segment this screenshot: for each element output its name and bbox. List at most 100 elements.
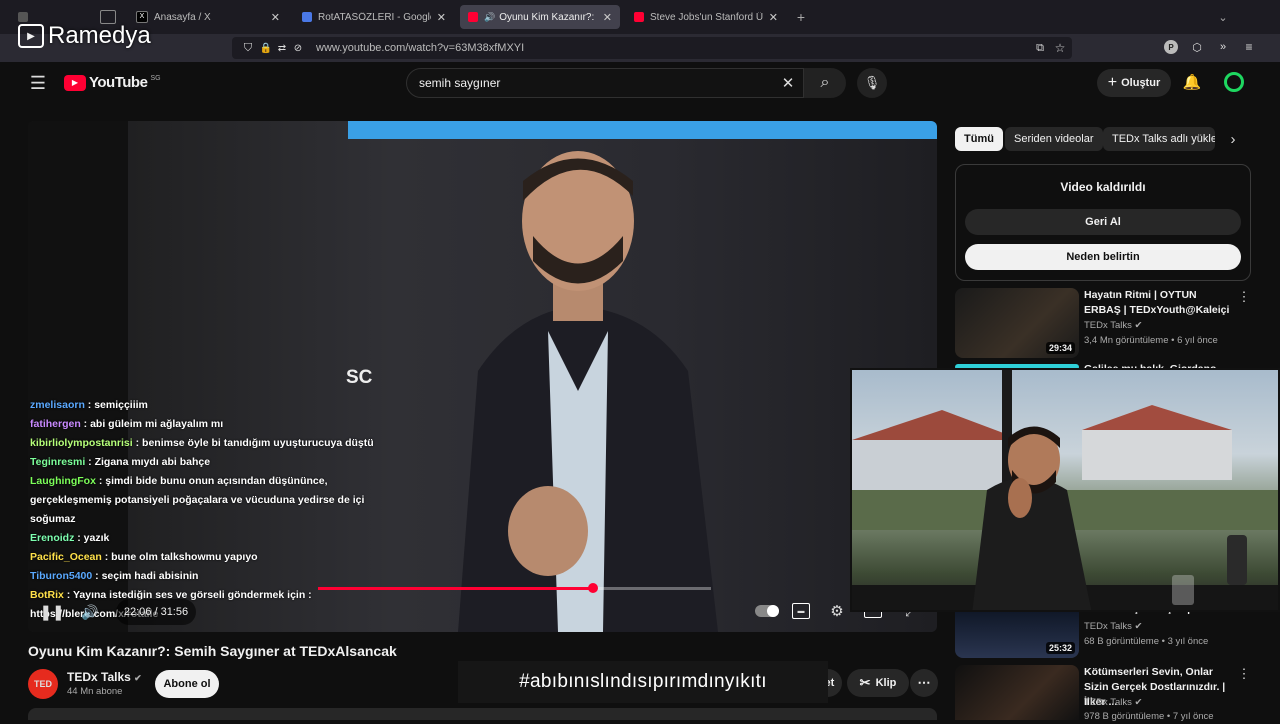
subtitles-icon[interactable]: ▬ [792, 603, 810, 619]
chat-username: BotRix [30, 589, 64, 601]
chat-username: zmelisaorn [30, 399, 85, 411]
more-actions-button[interactable]: ⋯ [910, 669, 938, 697]
more-options-icon[interactable]: ⋮ [1238, 289, 1251, 305]
video-channel[interactable]: TEDx Talks ✔ [1084, 318, 1142, 333]
tab-steve-jobs[interactable]: Steve Jobs'un Stanford Üniversi ✕ [626, 5, 786, 29]
more-options-icon[interactable]: ⋮ [1238, 666, 1251, 682]
video-thumbnail[interactable]: 29:34 [955, 288, 1079, 358]
tab-label: Anasayfa / X [154, 11, 211, 23]
extension-p-icon[interactable]: P [1164, 40, 1178, 54]
progress-fill [318, 587, 594, 590]
youtube-favicon-icon [468, 12, 478, 22]
tab-label: Oyunu Kim Kazanır?: Semih [499, 11, 597, 23]
chip-all[interactable]: Tümü [955, 127, 1003, 151]
picture-in-picture-icon[interactable]: ⧉ [1032, 40, 1048, 56]
chip-label: Seriden videolar [1014, 133, 1094, 145]
lock-icon[interactable]: 🔒 [258, 43, 274, 54]
autoplay-toggle[interactable] [755, 605, 779, 617]
tab-youtube-active[interactable]: 🔊 Oyunu Kim Kazanır?: Semih ✕ [460, 5, 620, 29]
close-icon[interactable]: ✕ [437, 11, 446, 24]
voice-search-button[interactable]: 🎙 [857, 68, 887, 98]
chat-message: Erenoidz : yazık [30, 529, 380, 548]
bookmark-star-icon[interactable]: ☆ [1052, 40, 1068, 56]
chat-username: Tiburon5400 [30, 570, 93, 582]
search-button[interactable]: ⌕ [804, 68, 846, 98]
progress-bar[interactable] [318, 587, 711, 590]
time-display: 22:06 / 31:56 [116, 599, 196, 625]
notifications-bell-icon[interactable]: 🔔 [1183, 73, 1202, 91]
hashtag-text: #abıbınıslındısıpırımdınyıkıtı [519, 671, 767, 692]
settings-gear-icon[interactable]: ⚙ [828, 602, 846, 620]
chat-message: LaughingFox : şimdi bide bunu onun açısı… [30, 472, 380, 529]
pause-icon[interactable]: ❚❚ [39, 602, 64, 622]
tab-favicon [18, 12, 28, 22]
clear-search-icon[interactable]: ✕ [773, 74, 803, 92]
volume-icon[interactable]: 🔊 [80, 602, 100, 622]
chevron-down-icon[interactable]: ⌄ [1214, 8, 1232, 26]
tab-google-doc[interactable]: RotATASÖZLERİ - Google Doküm ✕ [294, 5, 454, 29]
search-input[interactable]: semih saygıner ✕ [406, 68, 804, 98]
description-box[interactable] [28, 708, 937, 720]
channel-avatar[interactable]: TED [28, 669, 58, 699]
close-icon[interactable]: ✕ [603, 11, 612, 24]
chat-message: fatihergen : abi güleim mi ağlayalım mı [30, 415, 380, 434]
chip-tedx-uploads[interactable]: TEDx Talks adlı yükle [1103, 127, 1215, 151]
permissions-icon[interactable]: ⇄ [274, 43, 290, 54]
chat-message: Pacific_Ocean : bune olm talkshowmu yapı… [30, 548, 380, 567]
streamer-webcam [850, 368, 1280, 612]
chevron-right-icon[interactable]: › [1225, 130, 1241, 148]
region-code: SG [150, 75, 161, 82]
youtube-play-icon: ▶ [64, 74, 86, 91]
undo-button[interactable]: Geri Al [965, 209, 1241, 235]
duration-badge: 25:32 [1045, 642, 1075, 654]
youtube-favicon-icon [634, 12, 644, 22]
overflow-chevrons-icon[interactable]: » [1216, 40, 1230, 54]
menu-icon[interactable]: ☰ [28, 73, 48, 93]
address-bar[interactable]: ⛉ 🔒 ⇄ ⊘ www.youtube.com/watch?v=63M38xfM… [232, 37, 1072, 59]
video-title[interactable]: Hayatın Ritmi | OYTUN ERBAŞ | TEDxYouth@… [1084, 288, 1234, 318]
channel-name-main[interactable]: TEDx Talks ✔ [67, 670, 142, 684]
chat-message: zmelisaorn : semiççiiim [30, 396, 380, 415]
close-icon[interactable]: ✕ [271, 11, 280, 24]
logo-text: YouTube [89, 74, 148, 91]
menu-hamburger-icon[interactable]: ≡ [1242, 40, 1256, 54]
url-text: www.youtube.com/watch?v=63M38xfMXYI [316, 42, 525, 54]
clip-label: Klip [875, 677, 897, 689]
video-channel[interactable]: TEDx Talks ✔ [1084, 695, 1142, 710]
avatar[interactable] [1224, 72, 1244, 92]
tab-x[interactable]: X Anasayfa / X ✕ [128, 5, 288, 29]
microphone-icon: 🎙 [863, 75, 881, 90]
youtube-logo[interactable]: ▶ YouTube SG [64, 74, 161, 91]
webcam-scene [852, 370, 1278, 610]
plus-icon: + [1107, 74, 1118, 91]
video-title-main: Oyunu Kim Kazanır?: Semih Saygıner at TE… [28, 643, 397, 659]
create-label: Oluştur [1121, 77, 1161, 89]
verified-icon: ✔ [1134, 320, 1143, 331]
play-logo-icon: ▶ [18, 24, 44, 48]
chat-username: fatihergen [30, 418, 81, 430]
undo-label: Geri Al [1085, 216, 1121, 228]
video-channel[interactable]: TEDx Talks ✔ [1084, 619, 1142, 634]
chat-username: LaughingFox [30, 475, 96, 487]
video-thumbnail[interactable] [955, 665, 1079, 720]
close-icon[interactable]: ✕ [769, 11, 778, 24]
verified-icon: ✔ [1134, 621, 1143, 632]
subscribe-button[interactable]: Abone ol [155, 670, 219, 698]
clip-button[interactable]: ✂ Klip [847, 669, 909, 697]
chip-series[interactable]: Seriden videolar [1005, 127, 1103, 151]
tab-label: RotATASÖZLERİ - Google Doküm [318, 11, 431, 23]
slide-overlay-text: SC [346, 367, 373, 388]
new-tab-icon[interactable]: + [792, 8, 810, 26]
shield-icon[interactable]: ⛉ [238, 42, 258, 55]
create-button[interactable]: + Oluştur [1097, 69, 1171, 97]
video-thumbnail[interactable]: 25:32 [955, 612, 1079, 658]
tracking-off-icon[interactable]: ⊘ [290, 43, 306, 54]
extensions-puzzle-icon[interactable]: ⬡ [1190, 40, 1204, 54]
chat-username: Teginresmi [30, 456, 86, 468]
scissors-icon: ✂ [859, 675, 871, 690]
chat-username: kibirliolympostanrisi [30, 437, 133, 449]
chat-text: : seçim hadi abisinin [92, 570, 199, 582]
tell-us-why-button[interactable]: Neden belirtin [965, 244, 1241, 270]
search-value: semih saygıner [419, 76, 501, 90]
speaker-icon: 🔊 [484, 11, 496, 22]
